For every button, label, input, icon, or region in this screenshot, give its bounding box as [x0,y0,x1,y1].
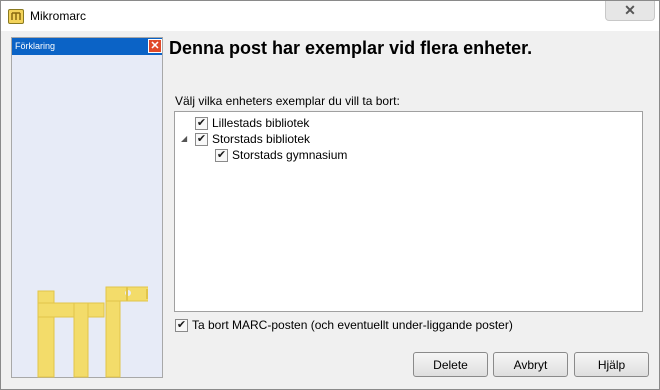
dialog-heading: Denna post har exemplar vid flera enhete… [169,38,533,58]
tree-item-storstads-gymnasium[interactable]: ✔ Storstads gymnasium [215,147,347,163]
tree-item-lillestads[interactable]: ✔ Lillestads bibliotek [195,115,309,131]
window-close-button[interactable]: ✕ [605,1,655,21]
mikromarc-logo [37,286,148,378]
dialog-window: Mikromarc ✕ Förklaring ✕ Denna post har … [0,0,660,390]
delete-marc-option[interactable]: ✔ Ta bort MARC-posten (och eventuellt un… [175,318,513,332]
tree-item-storstads[interactable]: ◢ ✔ Storstads bibliotek [181,131,310,147]
close-icon: ✕ [624,2,636,18]
explanation-panel: Förklaring ✕ [11,37,163,378]
tree-expand-icon[interactable]: ◢ [181,135,189,143]
panel-close-button[interactable]: ✕ [148,39,162,53]
tree-item-label: Storstads bibliotek [212,132,311,146]
explanation-panel-header: Förklaring [12,38,162,55]
close-icon: ✕ [150,40,160,52]
window-title: Mikromarc [30,9,86,23]
delete-marc-label: Ta bort MARC-posten (och eventuellt unde… [192,318,513,332]
mikromarc-app-icon [8,9,24,24]
checkbox-storstads-gymnasium[interactable]: ✔ [215,148,228,162]
checkbox-lillestads[interactable]: ✔ [195,116,208,130]
tree-item-label: Storstads gymnasium [232,148,348,162]
cancel-button[interactable]: Avbryt [493,352,568,377]
tree-item-label: Lillestads bibliotek [212,116,310,130]
selection-prompt: Välj vilka enheters exemplar du vill ta … [175,94,400,108]
units-tree: ✔ Lillestads bibliotek ◢ ✔ Storstads bib… [174,111,643,312]
checkbox-storstads[interactable]: ✔ [195,132,208,146]
delete-marc-checkbox[interactable]: ✔ [175,318,188,332]
delete-button[interactable]: Delete [413,352,488,377]
help-button[interactable]: Hjälp [574,352,649,377]
title-bar: Mikromarc ✕ [1,1,659,31]
